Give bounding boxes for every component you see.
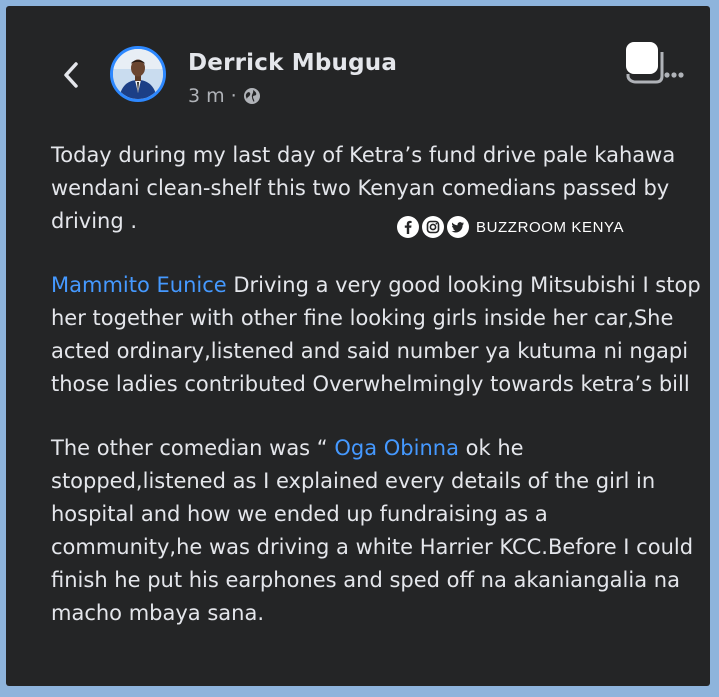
avatar[interactable] xyxy=(110,46,166,102)
profile-photo xyxy=(113,49,163,99)
twitter-icon xyxy=(447,216,469,238)
facebook-icon xyxy=(397,216,419,238)
more-options-button[interactable] xyxy=(614,40,686,84)
paragraph-3-prefix: The other comedian was “ xyxy=(51,436,335,460)
chevron-left-icon xyxy=(64,62,78,88)
post-body: Today during my last day of Ketra’s fund… xyxy=(51,139,701,630)
mention-oga-obinna[interactable]: Oga Obinna xyxy=(334,436,459,460)
meta-separator: · xyxy=(230,85,237,107)
timestamp[interactable]: 3 m xyxy=(188,85,225,107)
paragraph-3-text: ok he stopped,listened as I explained ev… xyxy=(51,436,694,625)
post-paragraph-3: The other comedian was “ Oga Obinna ok h… xyxy=(51,432,701,630)
more-options-icon xyxy=(626,42,684,84)
back-button[interactable] xyxy=(56,60,86,90)
post-frame: Derrick Mbugua 3 m · Today during my las… xyxy=(6,6,710,686)
post-paragraph-2: Mammito Eunice Driving a very good looki… xyxy=(51,269,701,401)
mention-mammito-eunice[interactable]: Mammito Eunice xyxy=(51,273,227,297)
bottom-frame-strip xyxy=(0,690,719,697)
watermark: BUZZROOM KENYA xyxy=(397,216,624,238)
instagram-icon xyxy=(422,216,444,238)
globe-icon xyxy=(243,88,260,104)
post-meta: 3 m · xyxy=(188,85,261,107)
watermark-text: BUZZROOM KENYA xyxy=(476,218,625,236)
author-name[interactable]: Derrick Mbugua xyxy=(188,50,397,76)
